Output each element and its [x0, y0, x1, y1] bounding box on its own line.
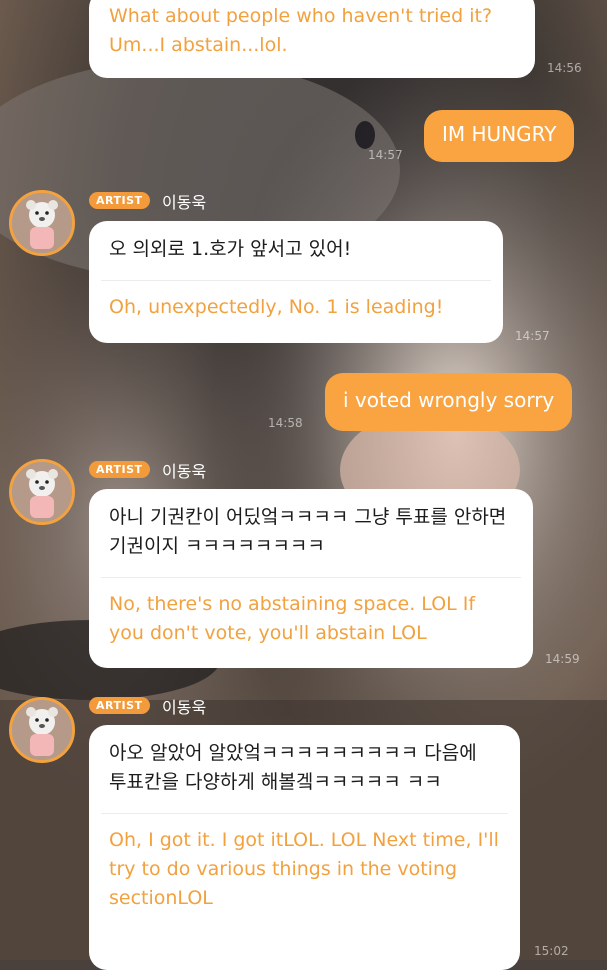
message-translation: Oh, unexpectedly, No. 1 is leading! [109, 296, 444, 318]
my-message-bubble: i voted wrongly sorry [325, 373, 573, 431]
message-original: 아니 기권칸이 어딨엌ㅋㅋㅋㅋ 그냥 투표를 안하면 기권이지 ㅋㅋㅋㅋㅋㅋㅋㅋ [109, 506, 507, 557]
my-message-bubble: IM HUNGRY [424, 110, 575, 162]
message-timestamp: 14:57 [515, 329, 550, 343]
message-bubble-partial: What about people who haven't tried it? … [89, 0, 535, 78]
plush-bear-avatar-icon [12, 700, 72, 760]
artist-avatar[interactable] [9, 697, 75, 763]
plush-bear-avatar-icon [12, 193, 72, 253]
message-bubble: 아니 기권칸이 어딨엌ㅋㅋㅋㅋ 그냥 투표를 안하면 기권이지 ㅋㅋㅋㅋㅋㅋㅋㅋ… [89, 489, 533, 668]
message-timestamp: 14:58 [268, 416, 303, 430]
message-timestamp: 14:59 [545, 652, 580, 666]
message-timestamp: 15:02 [534, 944, 569, 958]
sender-name[interactable]: 이동욱 [162, 694, 206, 718]
message-bubble: 오 의외로 1.호가 앞서고 있어! Oh, unexpectedly, No.… [89, 221, 503, 343]
artist-avatar[interactable] [9, 190, 75, 256]
message-original: 오 의외로 1.호가 앞서고 있어! [109, 238, 352, 260]
message-translation: No, there's no abstaining space. LOL If … [109, 593, 476, 644]
message-translation: What about people who haven't tried it? … [109, 5, 493, 56]
artist-badge: ARTIST [89, 697, 150, 714]
artist-badge: ARTIST [89, 461, 150, 478]
plush-bear-avatar-icon [12, 462, 72, 522]
message-timestamp: 14:56 [547, 61, 582, 75]
artist-avatar[interactable] [9, 459, 75, 525]
message-bubble: 아오 알았어 알았엌ㅋㅋㅋㅋㅋㅋㅋㅋㅋ 다음에 투표칸을 다양하게 해볼겤ㅋㅋㅋ… [89, 725, 520, 970]
sender-name[interactable]: 이동욱 [162, 458, 206, 482]
sender-name[interactable]: 이동욱 [162, 189, 206, 213]
artist-badge: ARTIST [89, 192, 150, 209]
message-original: 아오 알았어 알았엌ㅋㅋㅋㅋㅋㅋㅋㅋㅋ 다음에 투표칸을 다양하게 해볼겤ㅋㅋㅋ… [109, 742, 477, 793]
message-timestamp: 14:57 [368, 148, 403, 162]
message-translation: Oh, I got it. I got itLOL. LOL Next time… [109, 829, 499, 909]
